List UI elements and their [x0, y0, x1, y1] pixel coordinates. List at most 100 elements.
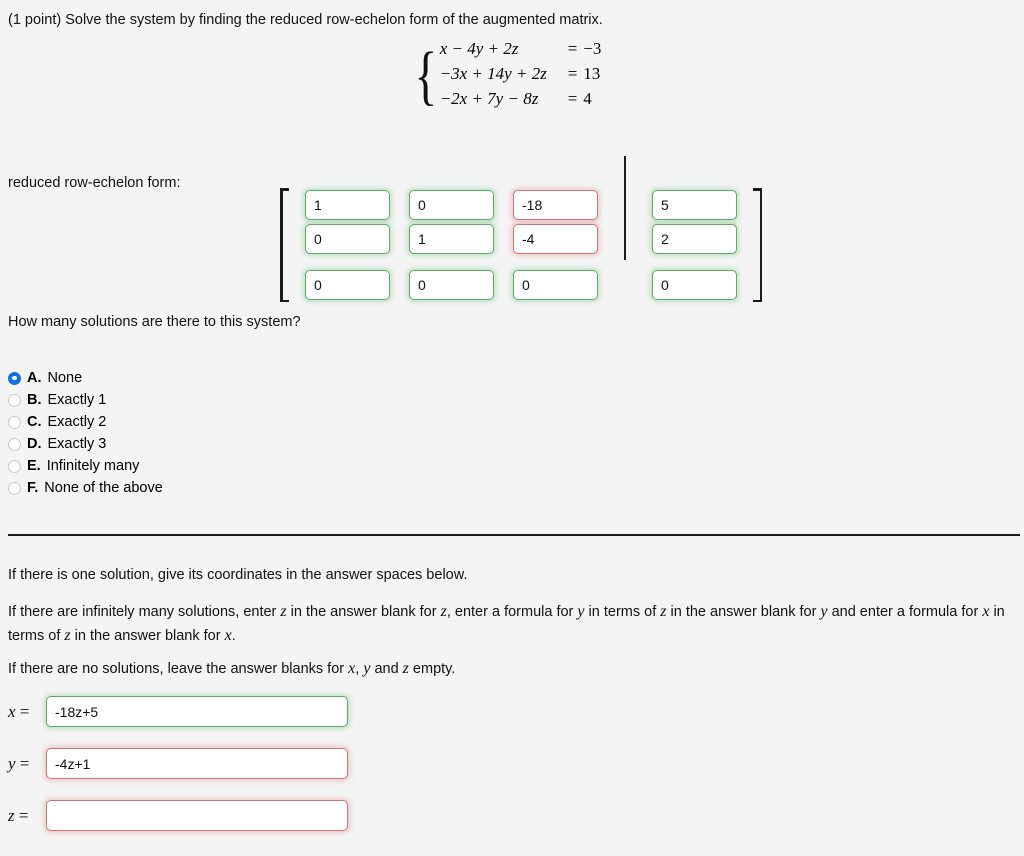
- radio-icon-a[interactable]: [8, 371, 21, 385]
- radio-icon-f[interactable]: [8, 481, 21, 495]
- augmented-divider: [617, 156, 633, 260]
- radio-icon-d[interactable]: [8, 437, 21, 451]
- instruction-text: in the answer blank for: [666, 604, 821, 620]
- option-label: Infinitely many: [46, 458, 140, 474]
- equation-row: −3x + 14y + 2z = 13: [440, 64, 602, 89]
- option-letter: C.: [27, 414, 42, 430]
- matrix-cell-r3c2[interactable]: [409, 270, 494, 300]
- equation-equals: =: [567, 38, 578, 58]
- option-label: Exactly 2: [47, 414, 107, 430]
- option-d[interactable]: D. Exactly 3: [8, 433, 163, 455]
- solutions-question: How many solutions are there to this sys…: [8, 314, 301, 330]
- instruction-text: If there is one solution, give its coord…: [8, 567, 468, 583]
- option-letter: A.: [27, 370, 42, 386]
- matrix-cell-r3c4[interactable]: [652, 270, 737, 300]
- answer-variable: x: [8, 701, 16, 721]
- augmented-divider-spacer: [617, 224, 633, 254]
- answer-equals: =: [18, 805, 29, 825]
- solutions-options: A. None B. Exactly 1 C. Exactly 2 D. Exa…: [8, 367, 163, 499]
- answer-label-z: z =: [8, 806, 46, 826]
- answer-label-x: x =: [8, 702, 46, 722]
- option-label: None: [47, 370, 83, 386]
- augmented-divider-spacer: [617, 270, 633, 300]
- answer-input-z[interactable]: [46, 800, 348, 831]
- answer-row-y: y =: [8, 748, 348, 779]
- option-label: None of the above: [44, 480, 163, 496]
- rref-label: reduced row-echelon form:: [8, 175, 181, 191]
- option-letter: B.: [27, 392, 42, 408]
- instruction-text: in terms of: [584, 604, 661, 620]
- instruction-text: empty.: [408, 661, 456, 677]
- option-label: Exactly 3: [47, 436, 107, 452]
- option-f[interactable]: F. None of the above: [8, 477, 163, 499]
- answer-row-z: z =: [8, 800, 348, 831]
- equation-rows: x − 4y + 2z = −3 −3x + 14y + 2z = 13 −2x…: [440, 38, 602, 114]
- equation-equals: =: [567, 63, 578, 83]
- matrix-cell-r1c1[interactable]: [305, 190, 390, 220]
- matrix-cell-r3c3[interactable]: [513, 270, 598, 300]
- equation-lhs: −2x + 7y − 8z: [439, 88, 539, 108]
- equation-row: x − 4y + 2z = −3: [440, 39, 602, 64]
- equation-lhs: x − 4y + 2z: [439, 38, 519, 58]
- radio-icon-c[interactable]: [8, 415, 21, 429]
- matrix-cell-r3c1[interactable]: [305, 270, 390, 300]
- instruction-text: If there are infinitely many solutions, …: [8, 604, 281, 620]
- matrix-grid: [291, 156, 751, 302]
- option-e[interactable]: E. Infinitely many: [8, 455, 163, 477]
- matrix-row: [305, 156, 737, 260]
- math-var: y: [820, 603, 828, 620]
- section-divider: [8, 534, 1020, 536]
- matrix-right-bracket: [751, 188, 764, 302]
- equation-equals: =: [567, 88, 578, 108]
- instruction-text: and enter a formula for: [827, 604, 983, 620]
- system-of-equations: { x − 4y + 2z = −3 −3x + 14y + 2z = 13 −…: [410, 38, 601, 114]
- option-letter: D.: [27, 436, 42, 452]
- answer-label-y: y =: [8, 754, 46, 774]
- option-a[interactable]: A. None: [8, 367, 163, 389]
- matrix-cell-r2c1[interactable]: [305, 224, 390, 254]
- option-label: Exactly 1: [47, 392, 107, 408]
- problem-page: (1 point) Solve the system by finding th…: [0, 0, 1024, 856]
- instruction-text: in the answer blank for: [286, 604, 441, 620]
- matrix-cell-r1c4[interactable]: [652, 190, 737, 220]
- math-var: x: [224, 627, 232, 644]
- answer-row-x: x =: [8, 696, 348, 727]
- answer-variable: z: [8, 805, 15, 825]
- matrix-cell-r1c3[interactable]: [513, 190, 598, 220]
- instruction-paragraph-2: If there are infinitely many solutions, …: [8, 600, 1020, 648]
- radio-icon-b[interactable]: [8, 393, 21, 407]
- rref-matrix: [278, 156, 764, 302]
- equation-rhs: 13: [583, 63, 601, 83]
- option-b[interactable]: B. Exactly 1: [8, 389, 163, 411]
- matrix-cell-r2c3[interactable]: [513, 224, 598, 254]
- instruction-paragraph-3: If there are no solutions, leave the ans…: [8, 657, 1020, 681]
- equation-rhs: 4: [583, 88, 592, 108]
- instruction-text: , enter a formula for: [446, 604, 578, 620]
- matrix-row: [305, 224, 737, 254]
- instruction-text: If there are no solutions, leave the ans…: [8, 661, 349, 677]
- answer-equals: =: [19, 701, 30, 721]
- problem-heading: (1 point) Solve the system by finding th…: [8, 12, 603, 28]
- instruction-text: .: [231, 628, 236, 644]
- matrix-cell-r2c4[interactable]: [652, 224, 737, 254]
- matrix-row: [305, 270, 737, 300]
- equation-lhs: −3x + 14y + 2z: [439, 63, 547, 83]
- matrix-cell-r2c2[interactable]: [409, 224, 494, 254]
- equation-rhs: −3: [583, 38, 602, 58]
- instruction-text: in the answer blank for: [70, 628, 225, 644]
- equation-row: −2x + 7y − 8z = 4: [440, 89, 602, 114]
- instruction-text: and: [370, 661, 403, 677]
- instruction-paragraph-1: If there is one solution, give its coord…: [8, 565, 1020, 587]
- system-brace: {: [414, 39, 438, 112]
- math-var: y: [577, 603, 585, 620]
- answer-variable: y: [8, 753, 16, 773]
- matrix-cell-r1c2[interactable]: [409, 190, 494, 220]
- option-letter: F.: [27, 480, 39, 496]
- radio-icon-e[interactable]: [8, 459, 21, 473]
- answer-input-y[interactable]: [46, 748, 348, 779]
- option-letter: E.: [27, 458, 41, 474]
- matrix-left-bracket: [278, 188, 291, 302]
- answer-equals: =: [19, 753, 30, 773]
- option-c[interactable]: C. Exactly 2: [8, 411, 163, 433]
- answer-input-x[interactable]: [46, 696, 348, 727]
